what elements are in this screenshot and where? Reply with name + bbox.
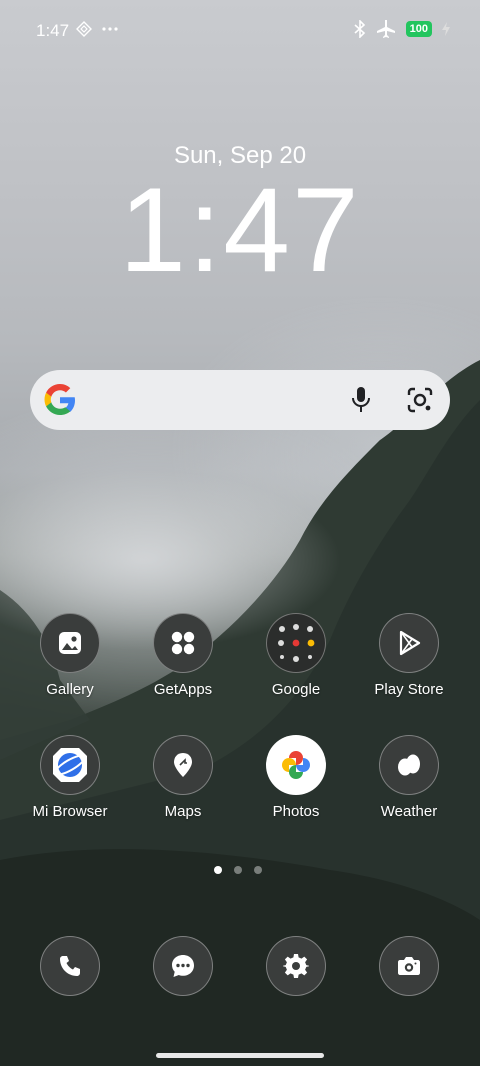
app-mi-browser[interactable]: Mi Browser	[15, 735, 125, 820]
camera-icon	[379, 936, 439, 996]
mic-icon[interactable]	[348, 386, 374, 414]
more-notifications-icon	[102, 27, 118, 31]
app-photos[interactable]: Photos	[241, 735, 351, 820]
gallery-icon	[40, 613, 100, 673]
app-label: Maps	[164, 803, 202, 820]
bluetooth-icon	[354, 20, 365, 38]
photos-icon	[266, 735, 326, 795]
dock-camera[interactable]	[354, 936, 464, 996]
app-label: Mi Browser	[32, 803, 108, 820]
airplane-mode-icon	[376, 20, 395, 38]
clock-time[interactable]: 1:47	[0, 170, 480, 290]
getapps-icon	[153, 613, 213, 673]
google-logo-icon	[44, 384, 75, 415]
play-store-icon	[379, 613, 439, 673]
app-label: GetApps	[153, 681, 213, 698]
dock-messages[interactable]	[128, 936, 238, 996]
app-maps[interactable]: Maps	[128, 735, 238, 820]
status-time: 1:47	[36, 21, 70, 40]
google-folder-icon	[266, 613, 326, 673]
gesture-navigation-bar[interactable]	[156, 1053, 324, 1058]
phone-icon	[40, 936, 100, 996]
battery-indicator: 100	[405, 21, 432, 37]
charging-icon	[442, 22, 450, 36]
app-getapps[interactable]: GetApps	[128, 613, 238, 698]
app-label: Play Store	[374, 681, 444, 698]
google-lens-icon[interactable]	[406, 386, 434, 414]
app-label: Google	[271, 681, 321, 698]
maps-icon	[153, 735, 213, 795]
notification-diamond-icon	[76, 21, 92, 37]
app-gallery[interactable]: Gallery	[15, 613, 125, 698]
page-dot	[234, 866, 242, 874]
weather-icon	[379, 735, 439, 795]
dock-settings[interactable]	[241, 936, 351, 996]
app-label: Weather	[380, 803, 438, 820]
folder-google[interactable]: Google	[241, 613, 351, 698]
app-weather[interactable]: Weather	[354, 735, 464, 820]
messages-icon	[153, 936, 213, 996]
mi-browser-icon	[40, 735, 100, 795]
page-indicator	[214, 866, 262, 874]
app-label: Gallery	[46, 681, 94, 698]
page-dot-active	[214, 866, 222, 874]
app-label: Photos	[272, 803, 320, 820]
settings-icon	[266, 936, 326, 996]
dock-phone[interactable]	[15, 936, 125, 996]
page-dot	[254, 866, 262, 874]
google-search-bar[interactable]	[30, 370, 450, 430]
status-bar: 1:47 100	[0, 0, 480, 62]
app-play-store[interactable]: Play Store	[354, 613, 464, 698]
